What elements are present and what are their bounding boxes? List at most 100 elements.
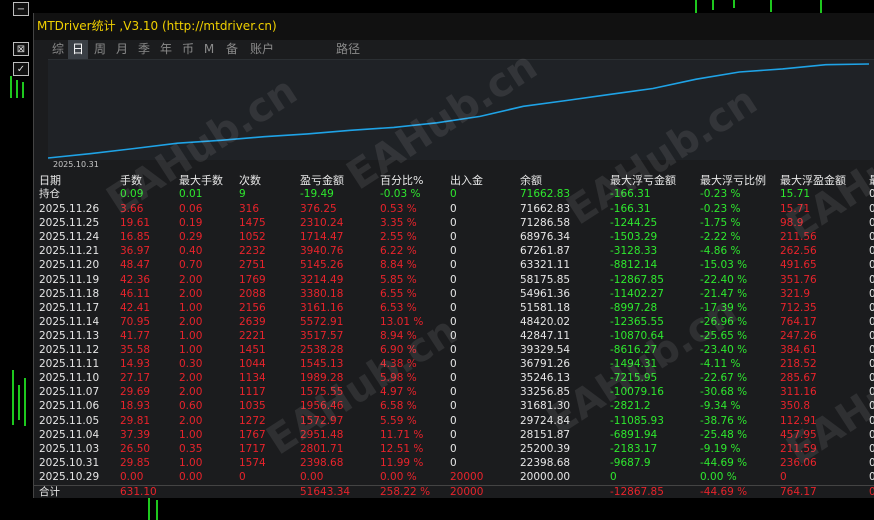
cell-col-5: 4.97 % <box>380 386 417 399</box>
cell-col-2: 0.60 <box>179 400 203 413</box>
cell-col-6: 0 <box>450 217 457 230</box>
tab-3[interactable]: 月 <box>112 40 132 59</box>
table-row[interactable]: 2025.11.13 41.77 1.00 2221 3517.57 8.94 % 0 428… <box>34 330 874 343</box>
tab-2[interactable]: 周 <box>90 40 110 59</box>
toolbox-icon[interactable]: ⊠ <box>13 42 29 56</box>
cell-col-9: -26.96 % <box>700 315 748 328</box>
cell-col-6: 0 <box>450 273 457 286</box>
cell-col-10: 764.17 <box>780 315 817 328</box>
table-row[interactable]: 2025.11.05 29.81 2.00 1272 1572.97 5.59 % 0 297… <box>34 415 874 428</box>
cell-col-8: -2821.2 <box>610 400 651 413</box>
cell-col-1: 29.69 <box>120 386 151 399</box>
cell-col-0: 2025.11.04 <box>39 428 100 441</box>
cell-col-4: 0.00 <box>300 470 324 483</box>
cell-col-10: 211.59 <box>780 442 817 455</box>
table-row[interactable]: 2025.11.19 42.36 2.00 1769 3214.49 5.85 % 0 581… <box>34 274 874 287</box>
candle-mark <box>22 82 24 98</box>
cell-col-1: 3.66 <box>120 203 144 215</box>
cell-col-5: 3.35 % <box>380 217 417 230</box>
tab-9[interactable]: 账户 <box>246 40 278 59</box>
window-title: MTDriver统计 ,V3.10 (http://mtdriver.cn) <box>34 13 874 40</box>
cell-col-10: 457.95 <box>780 428 817 441</box>
cell-col-9: -21.47 % <box>700 287 748 300</box>
tab-6[interactable]: 币 <box>178 40 198 59</box>
cell-col-0: 2025.11.24 <box>39 231 100 244</box>
table-row[interactable]: 2025.11.06 18.93 0.60 1035 1956.46 6.58 % 0 316… <box>34 400 874 413</box>
cell-col-8: -1503.29 <box>610 231 658 244</box>
table-row[interactable]: 2025.11.12 35.58 1.00 1451 2538.28 6.90 % 0 393… <box>34 344 874 357</box>
tab-10[interactable]: 路径 <box>330 40 366 59</box>
cell-col-8: -8812.14 <box>610 259 658 272</box>
table-header-row[interactable]: 日期 手数 最大手数 次数 盈亏金额 百分比% 出入金 余额 最大浮亏金额 最大浮亏比例 最大浮盈金… <box>34 174 874 187</box>
cell-col-1: 0.00 <box>120 470 144 483</box>
table-row[interactable]: 2025.11.26 3.66 0.06 316 376.25 0.53 % 0 71662.… <box>34 203 874 216</box>
table-row[interactable]: 2025.11.07 29.69 2.00 1117 1575.55 4.97 % 0 332… <box>34 386 874 399</box>
cell-col-9: -9.34 % <box>700 400 741 413</box>
table-row[interactable]: 2025.10.31 29.85 1.00 1574 2398.68 11.99 % 0 22… <box>34 457 874 470</box>
cell-col-10: 211.56 <box>780 231 817 244</box>
cell-col-10: 351.76 <box>780 273 817 286</box>
cell-col-1: 35.58 <box>120 344 151 356</box>
cell-col-6: 0 <box>450 203 457 215</box>
table-row[interactable]: 2025.11.10 27.17 2.00 1134 1989.28 5.98 % 0 352… <box>34 372 874 385</box>
tab-5[interactable]: 年 <box>156 40 176 59</box>
cell-col-11: 0 <box>869 344 874 356</box>
cell-col-8: 0 <box>610 470 617 483</box>
table-row[interactable]: 2025.11.11 14.93 0.30 1044 1545.13 4.38 % 0 367… <box>34 358 874 371</box>
cell-col-11: 0 <box>869 315 874 328</box>
cell-col-0: 日期 <box>39 174 61 187</box>
cell-col-6: 20000 <box>450 486 484 498</box>
cell-col-3: 1451 <box>239 344 266 356</box>
cell-col-2: 0.70 <box>179 259 203 272</box>
cell-col-6: 0 <box>450 301 457 314</box>
cell-col-11: 0 <box>869 329 874 342</box>
cell-col-5: 4.38 % <box>380 358 417 371</box>
table-row[interactable]: 2025.11.21 36.97 0.40 2232 3940.76 6.22 % 0 672… <box>34 245 874 258</box>
cell-col-6: 0 <box>450 245 457 258</box>
cell-col-6: 0 <box>450 400 457 413</box>
cell-col-9: -15.03 % <box>700 259 748 272</box>
table-row[interactable]: 2025.11.18 46.11 2.00 2088 3380.18 6.55 % 0 549… <box>34 288 874 301</box>
cell-col-9: -4.86 % <box>700 245 741 258</box>
cell-col-10: 491.65 <box>780 259 817 272</box>
cell-col-4: 51643.34 <box>300 486 351 498</box>
cell-col-0: 2025.11.07 <box>39 386 100 399</box>
candle-mark <box>156 500 158 520</box>
cell-col-2: 0.19 <box>179 217 203 230</box>
cell-col-4: 盈亏金额 <box>300 174 344 187</box>
table-row[interactable]: 2025.11.04 37.39 1.00 1767 2951.48 11.71 % 0 28… <box>34 429 874 442</box>
cell-col-3: 2156 <box>239 301 266 314</box>
table-row[interactable]: 2025.11.25 19.61 0.19 1475 2310.24 3.35 % 0 712… <box>34 217 874 230</box>
cell-col-5: 6.22 % <box>380 245 417 258</box>
table-summary-row[interactable]: 合计 631.10 51643.34 258.22 % 20000 -12867.85 -4… <box>34 485 874 498</box>
checkbox-icon[interactable]: ✓ <box>13 62 29 76</box>
table-row[interactable]: 2025.10.29 0.00 0.00 0 0.00 0.00 % 20000 20000.… <box>34 471 874 484</box>
cell-col-3: 316 <box>239 203 260 215</box>
cell-col-9: 最大浮亏比例 <box>700 174 766 187</box>
cell-col-7: 42847.11 <box>520 329 571 342</box>
tab-8[interactable]: 备 <box>220 40 244 59</box>
cell-col-8: -12365.55 <box>610 315 664 328</box>
cell-col-11: 0 <box>869 273 874 286</box>
cell-col-4: 3940.76 <box>300 245 344 258</box>
cell-col-3: 1717 <box>239 442 266 455</box>
cell-col-10: 384.61 <box>780 344 817 356</box>
tab-0[interactable]: 综 <box>48 40 68 59</box>
tab-1[interactable]: 日 <box>68 40 88 59</box>
minimize-button[interactable]: − <box>13 2 29 16</box>
candle-mark <box>820 0 822 13</box>
table-position-row[interactable]: 持仓 0.09 0.01 9 -19.49 -0.03 % 0 71662.83 -166.31… <box>34 188 874 201</box>
cell-col-4: 2310.24 <box>300 217 344 230</box>
tab-7[interactable]: M <box>200 40 218 59</box>
cell-col-1: 70.95 <box>120 315 151 328</box>
cell-col-11: 0 <box>869 287 874 300</box>
cell-col-3: 1574 <box>239 456 266 469</box>
cell-col-8: -1244.25 <box>610 217 658 230</box>
tab-4[interactable]: 季 <box>134 40 154 59</box>
table-row[interactable]: 2025.11.14 70.95 2.00 2639 5572.91 13.01 % 0 48… <box>34 316 874 329</box>
table-row[interactable]: 2025.11.24 16.85 0.29 1052 1714.47 2.55 % 0 689… <box>34 231 874 244</box>
table-row[interactable]: 2025.11.20 48.47 0.70 2751 5145.26 8.84 % 0 633… <box>34 259 874 272</box>
table-row[interactable]: 2025.11.17 42.41 1.00 2156 3161.16 6.53 % 0 515… <box>34 302 874 315</box>
cell-col-4: 2398.68 <box>300 456 344 469</box>
table-row[interactable]: 2025.11.03 26.50 0.35 1717 2801.71 12.51 % 0 25… <box>34 443 874 456</box>
